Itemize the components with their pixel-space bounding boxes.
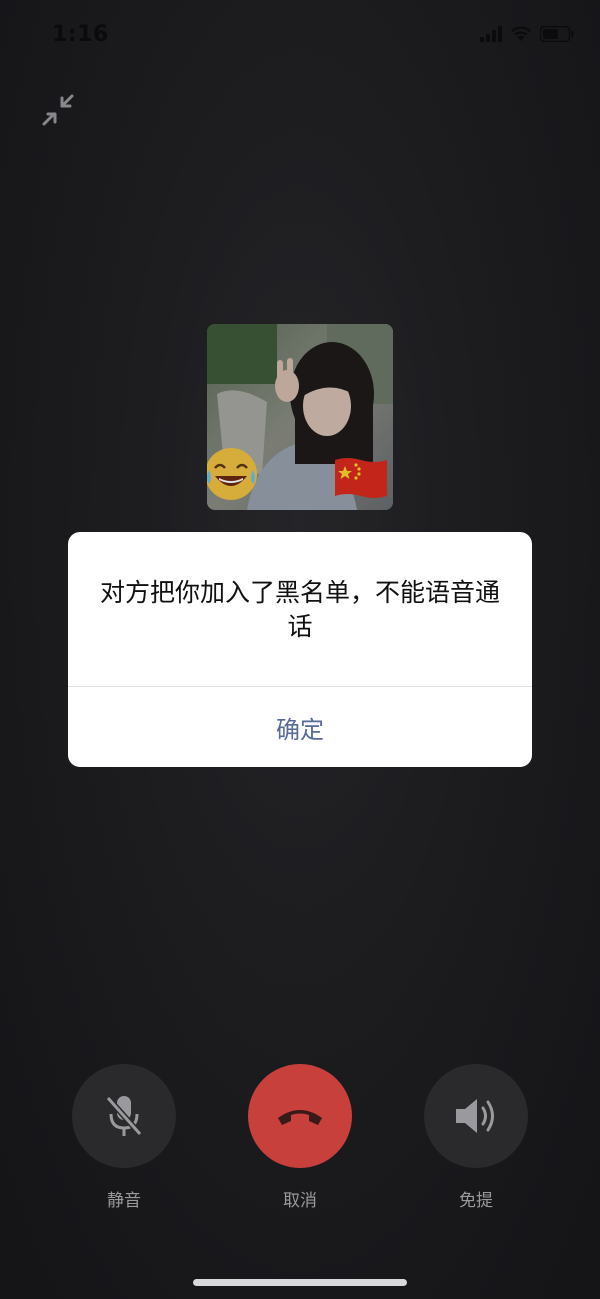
microphone-slash-icon (105, 1096, 143, 1136)
hangup-button[interactable] (248, 1064, 352, 1168)
speaker-icon (456, 1099, 494, 1133)
call-screen: 1:16 对方把你加入了黑名单，不能语音通话 确定 静音 取消 免提 (0, 0, 600, 1299)
cancel-control: 取消 (248, 1064, 352, 1211)
mute-button[interactable] (72, 1064, 176, 1168)
mute-label: 静音 (107, 1191, 141, 1211)
confirm-button[interactable]: 确定 (68, 687, 532, 767)
speaker-label: 免提 (459, 1191, 493, 1211)
cancel-label: 取消 (283, 1191, 317, 1211)
home-indicator (193, 1279, 407, 1286)
speaker-button[interactable] (424, 1064, 528, 1168)
speaker-control: 免提 (424, 1064, 528, 1211)
alert-dialog: 对方把你加入了黑名单，不能语音通话 确定 (68, 532, 532, 767)
alert-message: 对方把你加入了黑名单，不能语音通话 (99, 578, 500, 641)
mute-control: 静音 (72, 1064, 176, 1211)
phone-hangup-icon (278, 1110, 322, 1125)
